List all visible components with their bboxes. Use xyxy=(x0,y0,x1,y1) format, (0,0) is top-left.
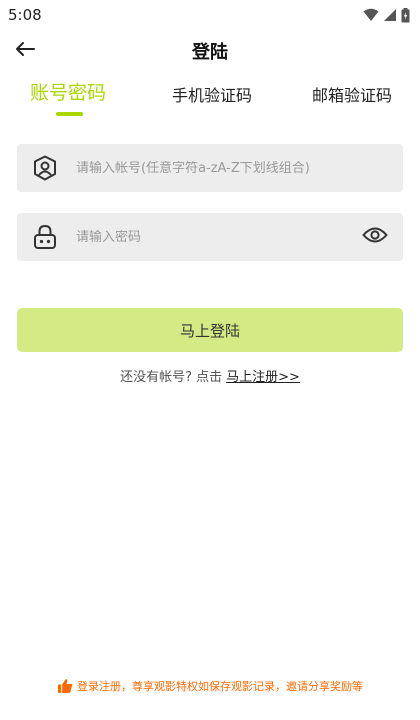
tab-phone-code[interactable]: 手机验证码 xyxy=(172,82,252,122)
battery-icon xyxy=(401,7,410,23)
register-prompt-row: 还没有帐号? 点击 马上注册>> xyxy=(0,366,420,385)
register-prompt: 还没有帐号? 点击 xyxy=(120,370,223,385)
footer-note: 登录注册，尊享观影特权如保存观影记录，邀请分享奖励等 xyxy=(0,678,420,694)
login-screen: 5:08 登陆 账号密码 手机验证码 邮箱验证码 请输入帐号(任意字符a-zA-… xyxy=(0,0,420,720)
login-button[interactable]: 马上登陆 xyxy=(17,308,403,352)
active-tab-indicator xyxy=(56,112,83,116)
register-link[interactable]: 马上注册>> xyxy=(226,370,300,385)
page-title: 登陆 xyxy=(192,42,228,63)
wifi-icon xyxy=(363,8,379,22)
back-button[interactable] xyxy=(12,38,38,64)
status-icons xyxy=(363,7,410,23)
password-input[interactable] xyxy=(76,229,361,245)
status-time: 5:08 xyxy=(8,6,42,24)
status-bar: 5:08 xyxy=(0,0,420,30)
show-password-toggle[interactable] xyxy=(361,223,389,251)
user-shield-icon xyxy=(32,155,58,181)
eye-icon xyxy=(362,226,388,248)
tab-email-code[interactable]: 邮箱验证码 xyxy=(312,82,392,122)
footer-text: 登录注册，尊享观影特权如保存观影记录，邀请分享奖励等 xyxy=(77,680,363,693)
arrow-left-icon xyxy=(15,41,35,61)
lock-icon xyxy=(32,224,58,250)
signal-icon xyxy=(383,8,397,22)
account-field xyxy=(17,144,403,192)
account-input[interactable] xyxy=(76,160,403,176)
thumbs-up-icon xyxy=(57,678,73,694)
password-field xyxy=(17,213,403,261)
app-header: 登陆 xyxy=(0,30,420,72)
login-method-tabs: 账号密码 手机验证码 邮箱验证码 xyxy=(0,80,420,122)
